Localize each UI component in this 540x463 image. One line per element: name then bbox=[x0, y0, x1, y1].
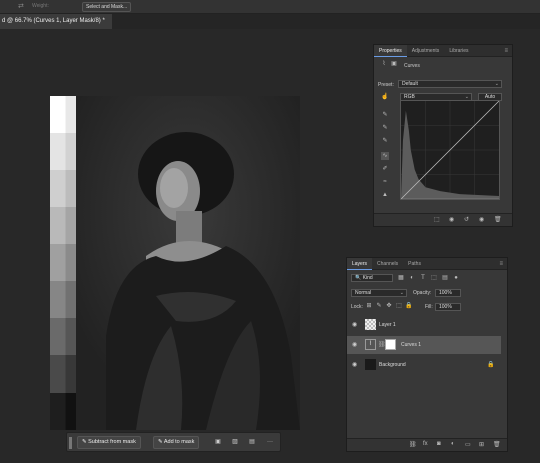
layer-filter-select[interactable]: 🔍 Kind bbox=[351, 274, 393, 282]
fill-field[interactable]: 100% bbox=[435, 303, 461, 311]
layer-thumbnail bbox=[365, 319, 376, 330]
document-tab-bar: d @ 66.7% (Curves 1, Layer Mask/8) * bbox=[0, 14, 540, 29]
select-and-mask-button[interactable]: Select and Mask... bbox=[82, 2, 132, 12]
target-adjust-icon[interactable]: ☝ bbox=[381, 93, 389, 101]
edit-points-icon[interactable]: ∿ bbox=[381, 152, 389, 160]
tab-channels[interactable]: Channels bbox=[372, 258, 403, 270]
filter-adjustment-icon[interactable]: ◐ bbox=[408, 274, 416, 282]
tab-paths[interactable]: Paths bbox=[403, 258, 426, 270]
invert-mask-icon[interactable]: ▨ bbox=[230, 437, 240, 448]
visibility-icon[interactable]: ◉ bbox=[479, 216, 484, 223]
smooth-icon[interactable]: ≈ bbox=[381, 178, 389, 186]
tab-properties[interactable]: Properties bbox=[374, 44, 407, 57]
chevron-down-icon: ⌄ bbox=[494, 81, 499, 87]
trash-icon[interactable]: 🗑 bbox=[494, 216, 502, 223]
lock-artboard-icon[interactable]: ⬚ bbox=[395, 302, 403, 310]
filter-pixel-icon[interactable]: ▦ bbox=[397, 274, 405, 282]
options-bar: ⇄ Weight: Select and Mask... bbox=[0, 0, 540, 14]
eyedropper-black-icon[interactable]: ✎ bbox=[381, 111, 389, 119]
eyedropper-white-icon[interactable]: ✎ bbox=[381, 137, 389, 145]
clipping-warning-icon[interactable]: ▲ bbox=[381, 191, 389, 199]
new-group-icon[interactable]: ▭ bbox=[465, 441, 471, 448]
filter-type-icon[interactable]: T bbox=[419, 274, 427, 282]
preset-label: Preset: bbox=[378, 82, 394, 88]
visibility-icon[interactable]: ◉ bbox=[352, 356, 358, 374]
contextual-task-bar: ✎ Subtract from mask ✎ Add to mask ▣ ▨ ▤… bbox=[66, 432, 281, 452]
tab-adjustments[interactable]: Adjustments bbox=[407, 45, 445, 57]
mask-options-icon[interactable]: ▣ bbox=[213, 437, 223, 448]
preset-select[interactable]: Default ⌄ bbox=[398, 80, 502, 88]
subtract-from-mask-button[interactable]: ✎ Subtract from mask bbox=[77, 436, 141, 449]
curves-graph[interactable] bbox=[400, 100, 500, 200]
link-layers-icon[interactable]: ⛓ bbox=[409, 441, 417, 448]
fill-label: Fill: bbox=[425, 304, 433, 310]
opacity-field[interactable]: 100% bbox=[435, 289, 461, 297]
layer-row[interactable]: ◉ Layer 1 bbox=[347, 316, 501, 334]
visibility-icon[interactable]: ◉ bbox=[352, 336, 358, 354]
document-tab[interactable]: d @ 66.7% (Curves 1, Layer Mask/8) * bbox=[0, 14, 112, 29]
lock-image-icon[interactable]: ✎ bbox=[375, 302, 383, 310]
filter-toggle-icon[interactable]: ● bbox=[452, 274, 460, 282]
layer-mask-thumbnail[interactable] bbox=[385, 339, 396, 350]
lock-position-icon[interactable]: ✥ bbox=[385, 302, 393, 310]
filter-shape-icon[interactable]: ⬚ bbox=[430, 274, 438, 282]
visibility-icon[interactable]: ◉ bbox=[352, 316, 358, 334]
layers-footer: ⛓ fx ◙ ◐ ▭ ⊞ 🗑 bbox=[347, 438, 507, 451]
lock-label: Lock: bbox=[351, 304, 363, 310]
tab-libraries[interactable]: Libraries bbox=[444, 45, 473, 57]
tab-layers[interactable]: Layers bbox=[347, 257, 373, 270]
panel-menu-icon[interactable]: ≡ bbox=[504, 48, 508, 54]
lock-pixels-icon[interactable]: ⊞ bbox=[365, 302, 373, 310]
layers-panel: Layers Channels Paths ≡ 🔍 Kind ▦ ◐ T ⬚ ▤… bbox=[346, 257, 508, 452]
trash-icon[interactable]: 🗑 bbox=[493, 441, 501, 448]
mask-icon[interactable]: ▣ bbox=[390, 60, 398, 68]
add-to-mask-button[interactable]: ✎ Add to mask bbox=[153, 436, 200, 449]
lock-icon: 🔒 bbox=[487, 362, 495, 368]
more-options-icon[interactable]: ··· bbox=[265, 437, 275, 448]
weight-label: Weight: bbox=[32, 3, 49, 9]
fx-icon[interactable]: fx bbox=[423, 441, 428, 447]
swap-icon[interactable]: ⇄ bbox=[18, 2, 24, 10]
properties-panel: Properties Adjustments Libraries ≡ ⌇ ▣ C… bbox=[373, 44, 513, 227]
grayscale-step-strip bbox=[50, 96, 76, 430]
new-adjustment-icon[interactable]: ◐ bbox=[451, 441, 455, 447]
clip-to-layer-icon[interactable]: ⬚ bbox=[434, 216, 440, 223]
filter-smart-icon[interactable]: ▤ bbox=[441, 274, 449, 282]
curves-adjustment-icon: ⌇ bbox=[382, 61, 386, 67]
adjustment-label: Curves bbox=[404, 63, 420, 69]
eyedropper-gray-icon[interactable]: ✎ bbox=[381, 124, 389, 132]
blend-mode-select[interactable]: Normal ⌄ bbox=[351, 289, 407, 297]
layer-thumbnail bbox=[365, 359, 376, 370]
opacity-label: Opacity: bbox=[413, 290, 432, 296]
properties-footer: ⬚ ◉ ↺ ◉ 🗑 bbox=[374, 213, 512, 226]
portrait-photo bbox=[76, 96, 300, 430]
panel-menu-icon[interactable]: ≡ bbox=[499, 261, 503, 267]
drag-handle[interactable] bbox=[69, 437, 72, 449]
curves-adjustment-icon: ⌇ bbox=[365, 339, 376, 350]
add-mask-icon[interactable]: ◙ bbox=[437, 441, 441, 447]
layer-row[interactable]: ◉ Background 🔒 bbox=[347, 356, 501, 374]
new-layer-icon[interactable]: ⊞ bbox=[479, 441, 484, 448]
document-image[interactable] bbox=[50, 96, 300, 430]
reset-icon[interactable]: ↺ bbox=[464, 216, 469, 223]
lock-all-icon[interactable]: 🔒 bbox=[405, 302, 413, 310]
view-previous-icon[interactable]: ◉ bbox=[449, 216, 454, 223]
chevron-down-icon: ⌄ bbox=[399, 290, 404, 296]
pencil-icon[interactable]: ✐ bbox=[381, 165, 389, 173]
layer-row-selected[interactable]: ◉ ⌇ ⛓ Curves 1 bbox=[347, 336, 501, 354]
fill-mask-icon[interactable]: ▤ bbox=[247, 437, 257, 448]
